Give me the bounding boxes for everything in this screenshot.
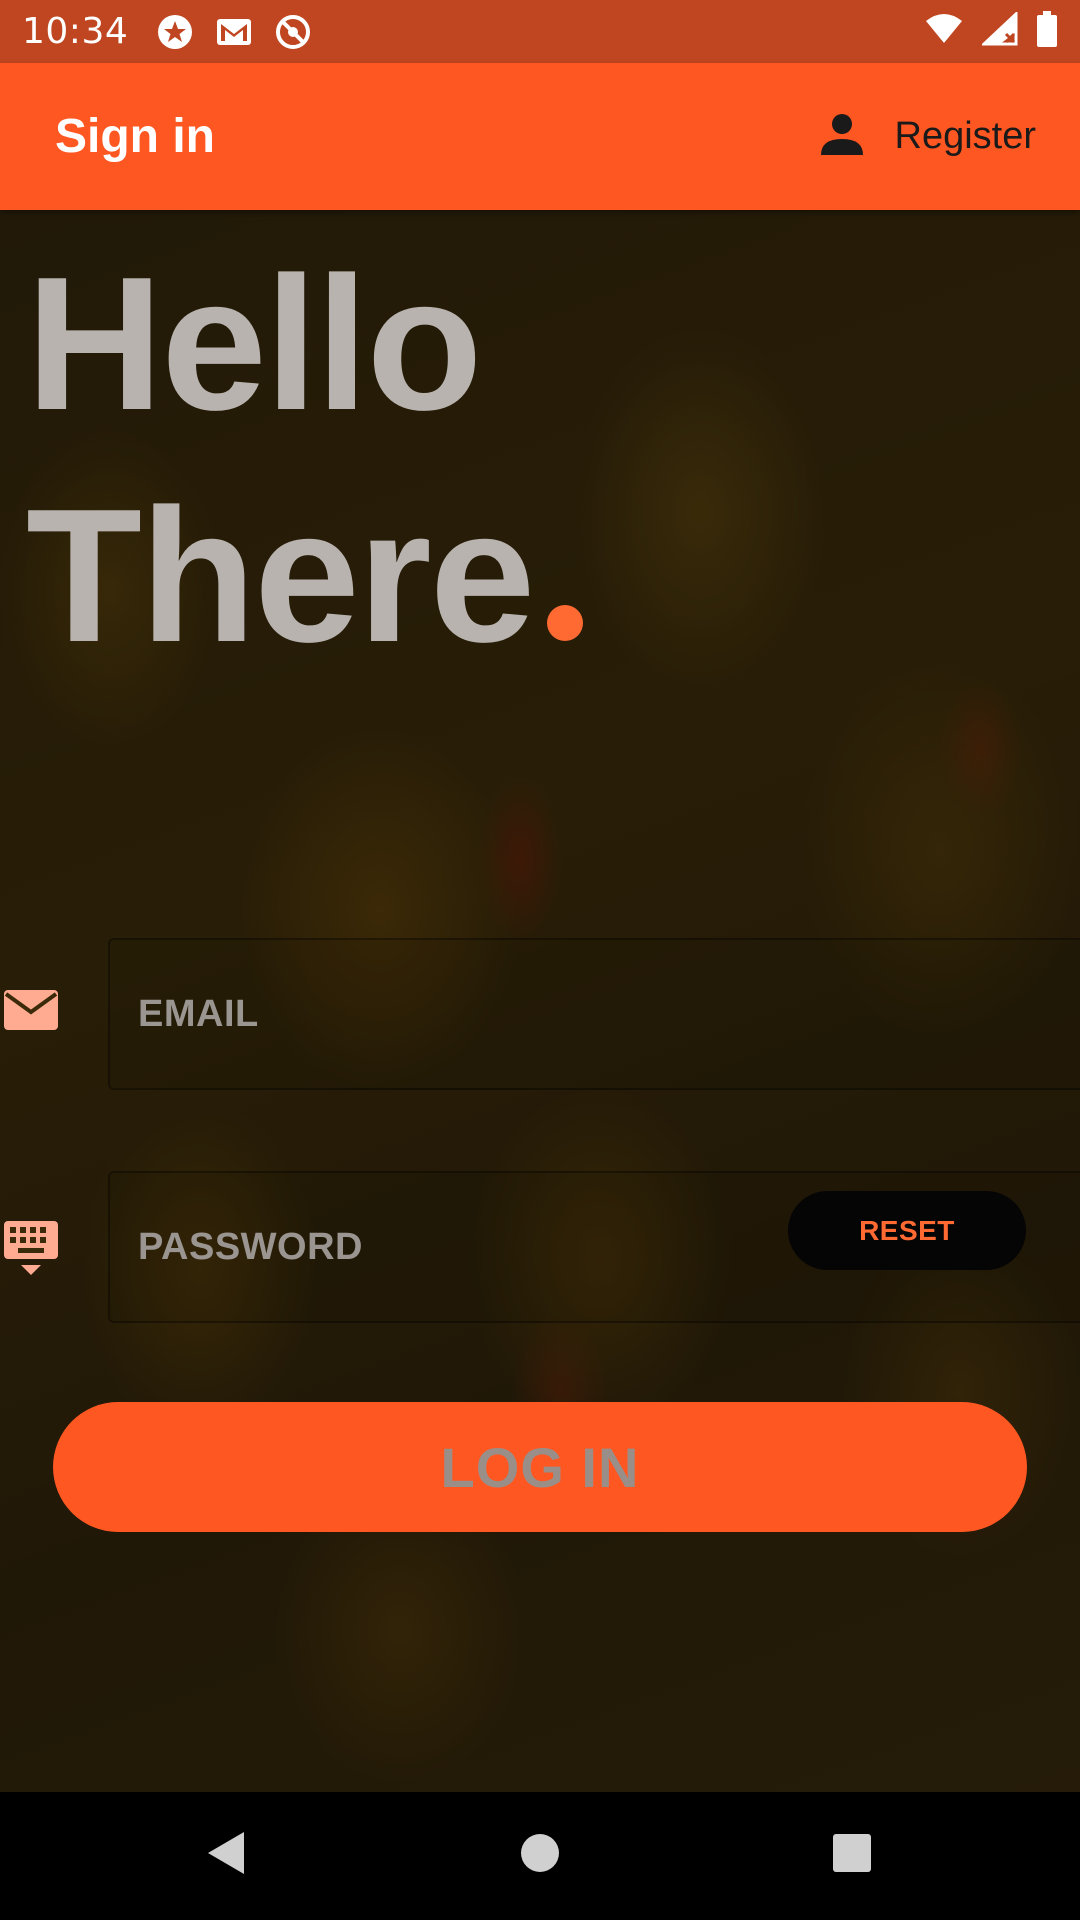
email-placeholder: EMAIL	[138, 992, 259, 1035]
status-right	[924, 10, 1058, 52]
hero-heading: Hello There	[26, 228, 584, 692]
home-icon[interactable]	[517, 1828, 563, 1883]
hero-line-2: There	[26, 470, 535, 682]
signal-icon	[980, 10, 1018, 51]
register-button[interactable]: Register	[819, 111, 1037, 162]
email-row: EMAIL	[0, 938, 1080, 1090]
nav-bar	[0, 1792, 1080, 1920]
reset-button[interactable]: RESET	[788, 1191, 1026, 1270]
login-content: Hello There EMAIL PASSWORD	[0, 210, 1080, 1792]
person-icon	[819, 111, 865, 162]
login-button[interactable]: LOG IN	[53, 1402, 1027, 1532]
status-time: 10:34	[22, 11, 129, 52]
back-icon[interactable]	[204, 1828, 248, 1883]
accent-dot	[547, 605, 584, 641]
app-bar: Sign in Register	[0, 63, 1080, 210]
password-placeholder: PASSWORD	[138, 1225, 363, 1268]
no-disturb-icon	[274, 13, 312, 51]
recents-icon[interactable]	[830, 1828, 874, 1883]
battery-icon	[1036, 11, 1058, 52]
status-bar: 10:34	[0, 0, 1080, 63]
star-badge-icon	[156, 13, 194, 51]
register-label: Register	[894, 115, 1037, 157]
page-title: Sign in	[55, 110, 215, 163]
gmail-icon	[216, 17, 252, 47]
email-field[interactable]: EMAIL	[108, 938, 1080, 1090]
keyboard-icon	[4, 1221, 58, 1275]
hero-line-1: Hello	[26, 238, 483, 450]
wifi-icon	[924, 13, 964, 50]
envelope-icon	[4, 988, 58, 1042]
